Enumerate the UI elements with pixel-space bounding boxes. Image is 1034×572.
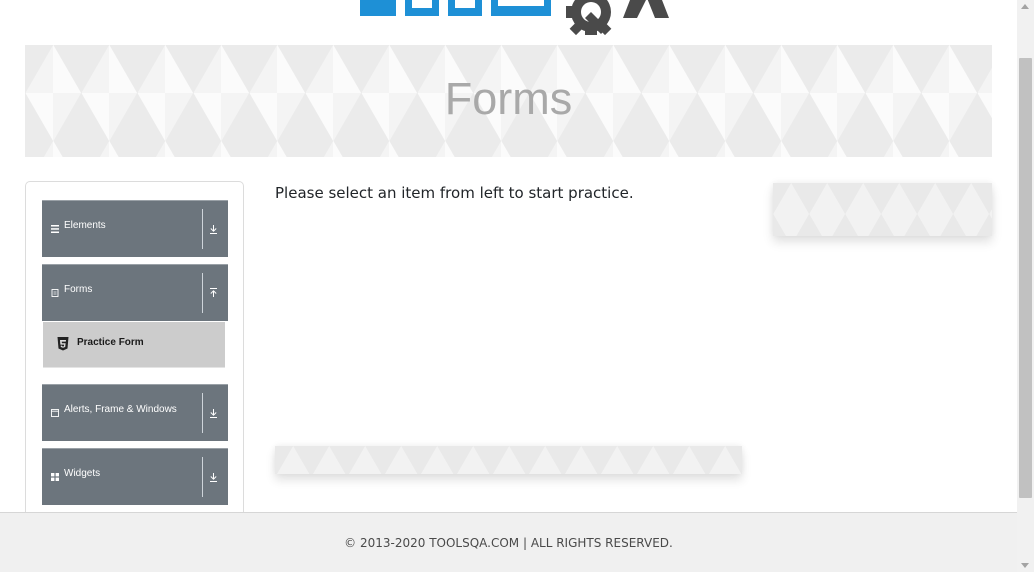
ad-banner-right xyxy=(773,183,992,236)
menu-icon xyxy=(51,225,59,233)
scroll-thumb[interactable] xyxy=(1019,58,1032,498)
arrow-down-icon[interactable] xyxy=(209,407,218,419)
sidebar-group-label: Forms xyxy=(64,284,93,295)
divider xyxy=(202,273,203,313)
vertical-scrollbar[interactable] xyxy=(1017,0,1034,572)
divider xyxy=(202,457,203,497)
ad-banner-bottom xyxy=(275,446,742,474)
sidebar-group-forms[interactable]: Forms xyxy=(42,264,228,321)
scroll-up-icon[interactable] xyxy=(1021,4,1029,9)
scroll-down-icon[interactable] xyxy=(1021,563,1029,568)
sidebar-item-label: Practice Form xyxy=(77,337,144,348)
copyright-text: © 2013-2020 TOOLSQA.COM | ALL RIGHTS RES… xyxy=(344,536,673,550)
toolsqa-logo[interactable] xyxy=(355,0,675,38)
footer: © 2013-2020 TOOLSQA.COM | ALL RIGHTS RES… xyxy=(0,512,1017,572)
arrow-down-icon[interactable] xyxy=(209,471,218,483)
sidebar: Elements Forms Practice Form Alerts, Fra… xyxy=(25,181,244,541)
sidebar-group-alerts-frame-windows[interactable]: Alerts, Frame & Windows xyxy=(42,384,228,441)
sidebar-item-practice-form[interactable]: Practice Form xyxy=(43,322,225,368)
sidebar-group-label: Widgets xyxy=(64,468,101,479)
document-icon xyxy=(51,289,59,297)
page-title: Forms xyxy=(444,73,573,124)
sidebar-group-label: Elements xyxy=(64,220,106,231)
grid-icon xyxy=(51,473,59,481)
divider xyxy=(202,209,203,249)
page: Forms Elements Forms Practice Form Alert… xyxy=(0,0,1034,572)
page-banner: Forms xyxy=(25,45,992,157)
window-icon xyxy=(51,409,59,417)
sidebar-group-widgets[interactable]: Widgets xyxy=(42,448,228,505)
sidebar-group-elements[interactable]: Elements xyxy=(42,200,228,257)
arrow-down-icon[interactable] xyxy=(209,223,218,235)
sidebar-group-label: Alerts, Frame & Windows xyxy=(64,404,177,415)
html5-icon xyxy=(57,337,69,351)
arrow-up-icon[interactable] xyxy=(209,287,218,299)
divider xyxy=(202,393,203,433)
instruction-text: Please select an item from left to start… xyxy=(275,184,634,202)
